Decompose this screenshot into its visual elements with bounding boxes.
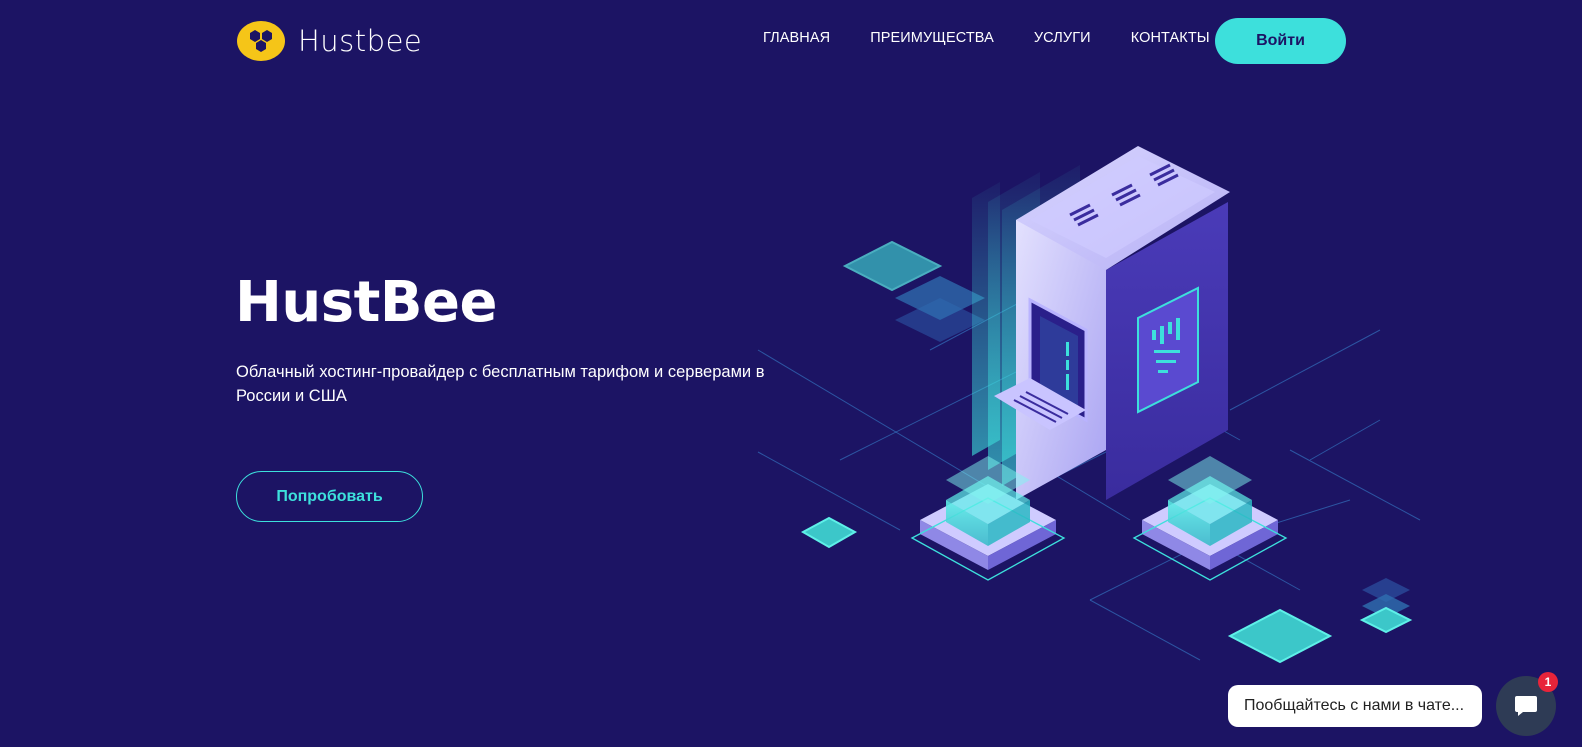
chat-prompt[interactable]: Пообщайтесь с нами в чате... [1228, 685, 1482, 727]
logo-text: Hustbee [298, 24, 423, 58]
chat-icon [1515, 696, 1537, 716]
nav-item-services[interactable]: УСЛУГИ [1034, 30, 1091, 46]
nav-item-contacts[interactable]: КОНТАКТЫ [1131, 30, 1210, 46]
hero-title: HustBee [235, 270, 497, 335]
try-button[interactable]: Попробовать [236, 471, 423, 522]
hero-subtitle: Облачный хостинг-провайдер с бесплатным … [236, 363, 765, 405]
landing-page: Hustbee ГЛАВНАЯ ПРЕИМУЩЕСТВА УСЛУГИ КОНТ… [0, 0, 1582, 747]
server-rack-illustration [757, 146, 1421, 664]
chat-unread-badge: 1 [1538, 672, 1558, 692]
logo[interactable]: Hustbee [236, 20, 422, 62]
nav-item-advantages[interactable]: ПРЕИМУЩЕСТВА [870, 30, 994, 46]
honeycomb-logo-icon [237, 21, 285, 61]
login-button[interactable]: Войти [1215, 18, 1346, 64]
nav-item-home[interactable]: ГЛАВНАЯ [763, 30, 830, 46]
main-nav: ГЛАВНАЯ ПРЕИМУЩЕСТВА УСЛУГИ КОНТАКТЫ [763, 30, 1210, 46]
